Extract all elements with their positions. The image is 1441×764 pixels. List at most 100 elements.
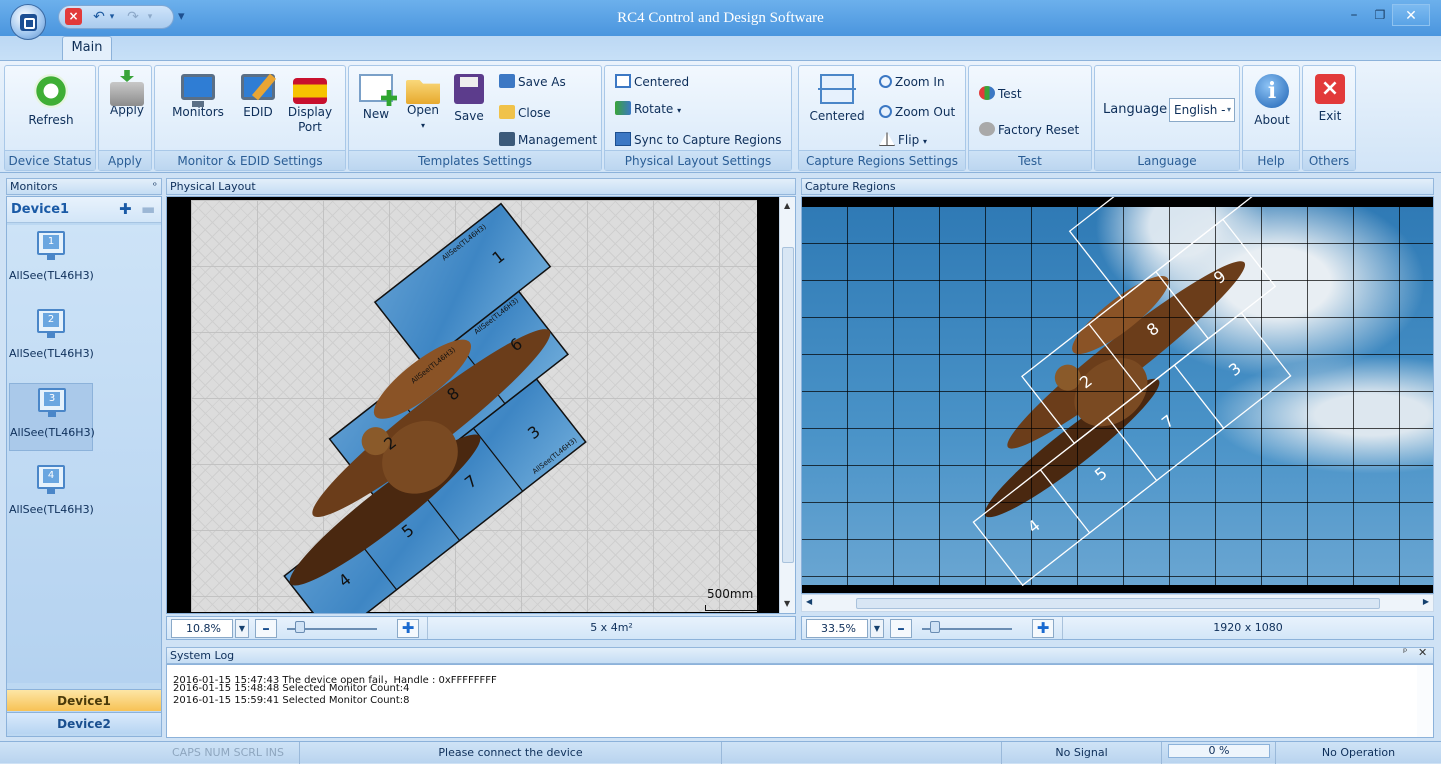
physical-zoom-input[interactable]: 10.8% bbox=[171, 619, 233, 638]
language-value: English - bbox=[1174, 103, 1226, 117]
physical-layout-canvas[interactable]: 4 5 7 3 2 8 6 1 AllSee(TL46H3) AllSee(TL… bbox=[166, 196, 796, 614]
restore-button[interactable]: ❐ bbox=[1366, 4, 1394, 26]
operation-status: No Operation bbox=[1321, 746, 1396, 759]
scroll-left-icon[interactable]: ◀ bbox=[806, 597, 812, 606]
save-as-icon bbox=[499, 74, 515, 88]
close-icon[interactable]: ✕ bbox=[1418, 646, 1427, 659]
capture-zoom-input[interactable]: 33.5% bbox=[806, 619, 868, 638]
close-icon bbox=[499, 105, 515, 119]
minimize-button[interactable]: – bbox=[1340, 4, 1368, 26]
device-tab-1[interactable]: Device1 bbox=[7, 689, 161, 711]
chevron-down-icon[interactable]: ▼ bbox=[870, 619, 884, 638]
monitor-label: AllSee(TL46H3) bbox=[9, 347, 94, 360]
log-line: 2016-01-15 15:48:48 Selected Monitor Cou… bbox=[173, 683, 410, 694]
zoom-plus-button[interactable]: ✚ bbox=[397, 619, 419, 638]
monitor-icon: 1 bbox=[37, 231, 65, 260]
monitors-button[interactable]: Monitors bbox=[165, 74, 231, 120]
scrollbar-thumb[interactable] bbox=[856, 598, 1380, 609]
scroll-up-icon[interactable]: ▲ bbox=[784, 201, 790, 210]
monitor-item-4[interactable]: 4 AllSee(TL46H3) bbox=[9, 461, 94, 529]
open-button[interactable]: Open ▾ bbox=[401, 74, 445, 133]
chevron-down-icon[interactable]: ▼ bbox=[235, 619, 249, 638]
group-title: Templates Settings bbox=[349, 150, 601, 170]
sync-capture-button[interactable]: Sync to Capture Regions bbox=[615, 130, 781, 150]
system-log[interactable]: 2016-01-15 15:47:43 The device open fail… bbox=[166, 664, 1434, 738]
flip-dropdown-icon[interactable]: ▾ bbox=[923, 137, 927, 146]
device-tab-2[interactable]: Device2 bbox=[7, 712, 161, 734]
monitor-item-3[interactable]: 3 AllSee(TL46H3) bbox=[9, 383, 95, 451]
pin-icon[interactable]: ᵒ bbox=[153, 179, 157, 195]
scroll-down-icon[interactable]: ▼ bbox=[784, 599, 790, 608]
open-label: Open bbox=[406, 103, 440, 117]
open-icon bbox=[406, 80, 440, 104]
scrollbar-thumb[interactable] bbox=[782, 247, 794, 563]
language-select[interactable]: English - ▾ bbox=[1169, 98, 1235, 122]
capture-centered-button[interactable]: Centered bbox=[805, 74, 869, 124]
zoom-slider-thumb[interactable] bbox=[930, 621, 940, 633]
display-port-button[interactable]: Display Port bbox=[283, 74, 337, 135]
management-button[interactable]: Management bbox=[499, 130, 597, 150]
centered-label: Centered bbox=[634, 75, 690, 89]
app-orb-icon[interactable] bbox=[10, 4, 46, 40]
about-button[interactable]: i About bbox=[1253, 74, 1291, 128]
open-dropdown-icon[interactable]: ▾ bbox=[401, 118, 445, 133]
save-icon bbox=[454, 74, 484, 104]
tab-main[interactable]: Main bbox=[62, 36, 112, 60]
test-label: Test bbox=[998, 87, 1022, 101]
flip-label: Flip bbox=[898, 133, 920, 147]
zoom-plus-button[interactable]: ✚ bbox=[1032, 619, 1054, 638]
apply-button[interactable]: Apply bbox=[107, 74, 147, 118]
region-number: 3 bbox=[1225, 359, 1245, 380]
physical-layout-header: Physical Layout bbox=[166, 178, 796, 195]
log-line: 2016-01-15 15:59:41 Selected Monitor Cou… bbox=[173, 695, 410, 706]
save-button[interactable]: Save bbox=[449, 74, 489, 124]
refresh-label: Refresh bbox=[28, 113, 74, 127]
test-button[interactable]: Test bbox=[979, 84, 1022, 104]
group-title: Physical Layout Settings bbox=[605, 150, 791, 170]
close-button[interactable]: Close bbox=[499, 103, 551, 123]
flip-button[interactable]: Flip ▾ bbox=[879, 130, 927, 150]
monitor-item-2[interactable]: 2 AllSee(TL46H3) bbox=[9, 305, 94, 373]
physical-centered-button[interactable]: Centered bbox=[615, 72, 689, 92]
rotate-icon bbox=[615, 101, 631, 115]
recycle-icon bbox=[34, 74, 68, 108]
zoom-out-button[interactable]: Zoom Out bbox=[879, 102, 955, 122]
window-title: RC4 Control and Design Software bbox=[617, 10, 824, 26]
about-label: About bbox=[1254, 113, 1290, 127]
new-button[interactable]: New bbox=[355, 74, 397, 122]
factory-reset-button[interactable]: Factory Reset bbox=[979, 120, 1079, 140]
save-as-button[interactable]: Save As bbox=[499, 72, 566, 92]
zoom-minus-button[interactable]: – bbox=[890, 619, 912, 638]
rotate-button[interactable]: Rotate ▾ bbox=[615, 99, 681, 119]
zoom-in-button[interactable]: Zoom In bbox=[879, 72, 945, 92]
log-scrollbar[interactable] bbox=[1417, 665, 1433, 737]
pin-icon[interactable]: ᵖ bbox=[1403, 647, 1407, 658]
edid-button[interactable]: EDID bbox=[237, 74, 279, 120]
monitor-item-1[interactable]: 1 AllSee(TL46H3) bbox=[9, 227, 94, 295]
device-title[interactable]: Device1 bbox=[11, 202, 69, 217]
capture-regions-canvas[interactable]: 4 5 7 3 2 8 9 1 bbox=[801, 196, 1434, 594]
monitor-label: AllSee(TL46H3) bbox=[10, 426, 95, 439]
refresh-button[interactable]: Refresh bbox=[25, 74, 77, 128]
zoom-slider-thumb[interactable] bbox=[295, 621, 305, 633]
physical-vertical-scrollbar[interactable]: ▲ ▼ bbox=[779, 197, 795, 613]
capture-resolution: 1920 x 1080 bbox=[1062, 617, 1433, 639]
monitor-icon bbox=[181, 74, 215, 107]
scroll-right-icon[interactable]: ▶ bbox=[1423, 597, 1429, 606]
monitor-number: 3 bbox=[44, 392, 60, 406]
add-icon[interactable]: ✚ bbox=[119, 200, 132, 218]
zoom-minus-button[interactable]: – bbox=[255, 619, 277, 638]
group-language: Language English - ▾ Language bbox=[1094, 65, 1240, 171]
group-test: Test Factory Reset Test bbox=[968, 65, 1092, 171]
remove-icon[interactable]: ▬ bbox=[141, 200, 155, 218]
close-window-button[interactable]: ✕ bbox=[1392, 4, 1430, 26]
test-icon bbox=[979, 86, 995, 100]
capture-horizontal-scrollbar[interactable]: ◀ ▶ bbox=[801, 594, 1434, 612]
display-port-label: Display bbox=[287, 105, 333, 119]
zoom-in-label: Zoom In bbox=[895, 75, 945, 89]
ribbon-tab-row: Main bbox=[0, 36, 1441, 60]
physical-zoom-bar: 10.8% ▼ – ✚ 5 x 4m² bbox=[166, 616, 796, 640]
capture-region-row-3[interactable] bbox=[1068, 197, 1257, 300]
exit-button[interactable]: × Exit bbox=[1313, 74, 1347, 124]
rotate-dropdown-icon[interactable]: ▾ bbox=[677, 106, 681, 115]
